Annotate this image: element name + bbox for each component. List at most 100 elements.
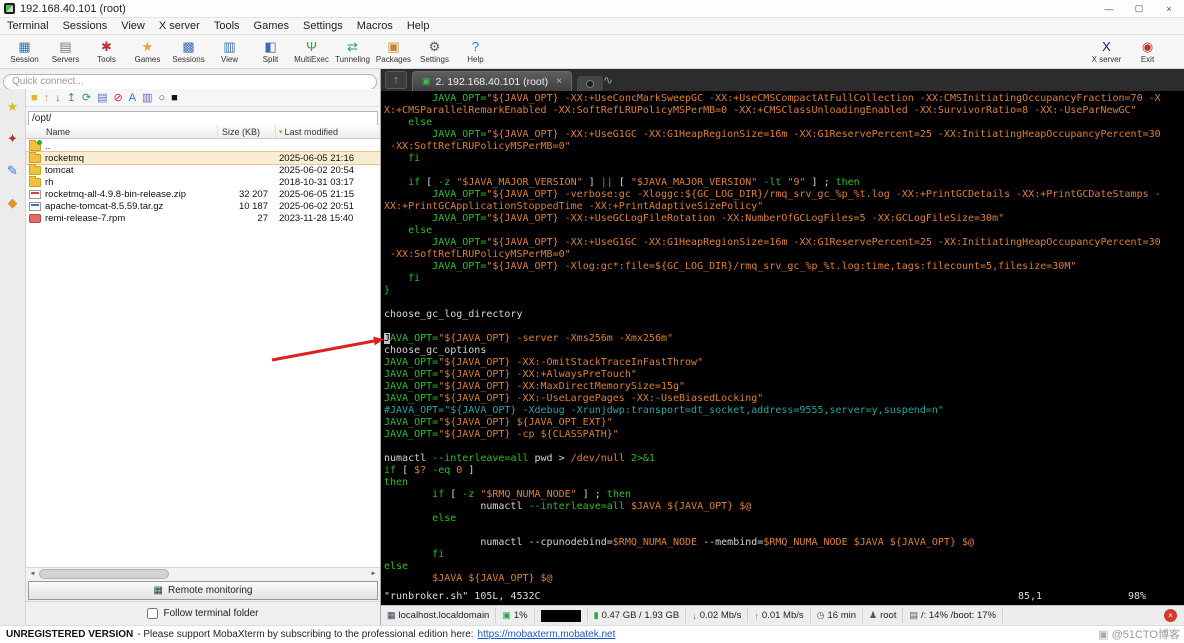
exit-icon: ◉ [1141,38,1154,54]
chart-icon[interactable]: ▥ [142,92,152,104]
menu-item-macros[interactable]: Macros [350,20,400,32]
file-row[interactable]: rocketmq-all-4.9.8-bin-release.zip 32 207… [26,188,380,200]
follow-terminal-checkbox[interactable] [147,608,159,619]
folder-icon [29,151,41,163]
toolbar-tools-button[interactable]: ✱ Tools [86,35,127,69]
parent-folder-icon [29,139,42,151]
statusbar-cpu-graph [535,608,588,623]
toolbar-games-button[interactable]: ★ Games [127,35,168,69]
sidebar-tab-macros[interactable]: ✎ [3,161,23,181]
toolbar-servers-button[interactable]: ▤ Servers [45,35,86,69]
toolbar-sessions-button[interactable]: ▩ Sessions [168,35,209,69]
horizontal-scrollbar[interactable]: ◄ ► [26,567,380,580]
toolbar-tunneling-button[interactable]: ⇄ Tunneling [332,35,373,69]
vim-cursor-position: 85,1 [1018,591,1043,602]
toolbar-exit-button[interactable]: ◉ Exit [1127,35,1168,69]
file-row[interactable]: rh 2018-10-31 03:17 [26,175,380,188]
new-tab-button[interactable] [577,76,604,91]
tools-icon: ✱ [101,38,112,54]
terminal-line: JAVA_OPT="${JAVA_OPT} -XX:+UseG1GC -XX:G… [432,237,1161,248]
column-name[interactable]: Name [26,125,218,138]
remote-monitoring-button[interactable]: ▦ Remote monitoring [28,581,378,600]
file-row[interactable]: rocketmq 2025-06-05 21:16 [26,151,380,165]
refresh-icon[interactable]: ⟳ [82,92,91,104]
find-icon[interactable]: ○ [158,92,165,104]
column-last-modified[interactable]: ▾ Last modified [276,125,380,138]
terminal-line: JAVA_OPT="${JAVA_OPT} -XX:+UseGCLogFileR… [432,213,1005,224]
toolbar-multiexec-button[interactable]: Ψ MultiExec [291,35,332,69]
sidebar-tab-sessions[interactable]: ★ [3,97,23,117]
remote-monitoring-label: Remote monitoring [167,585,253,596]
file-row[interactable]: tomcat 2025-06-02 20:54 [26,163,380,176]
close-button[interactable]: × [1154,0,1184,17]
encoding-icon[interactable]: A [129,92,136,104]
menu-item-view[interactable]: View [114,20,152,32]
toolbar-x-server-button[interactable]: XX server [1086,35,1127,69]
sidebar-tab-sftp[interactable]: ◆ [3,193,23,213]
scroll-right-button[interactable]: ► [367,568,380,580]
footer-link[interactable]: https://mobaxterm.mobatek.net [478,629,616,640]
terminal-tab-label: 2. 192.168.40.101 (root) [435,75,549,88]
terminal-line: -XX:SoftRefLRUPolicyMSPerMB=0" [384,249,571,260]
remote-status-bar: ▦ localhost.localdomain ▣ 1% ▮ 0.47 GB / 1.93… [381,605,1184,625]
maximize-button[interactable]: ▢ [1124,0,1154,17]
paperclip-icon[interactable]: ∿ [603,73,613,87]
file-row[interactable]: .. [26,139,380,152]
toolbar-session-button[interactable]: ▦ Session [4,35,45,69]
terminal-tabbar: ↑ ▣ 2. 192.168.40.101 (root) × ∿ [381,69,1184,91]
column-size[interactable]: Size (KB) [218,125,276,138]
toolbar-view-button[interactable]: ▥ View [209,35,250,69]
quick-connect-row [0,69,380,90]
minimize-button[interactable]: — [1094,0,1124,17]
menu-item-terminal[interactable]: Terminal [0,20,56,32]
menu-item-x-server[interactable]: X server [152,20,207,32]
new-file-icon[interactable]: ▤ [97,92,107,104]
terminal-line: numactl --interleave=all pwd > /dev/null… [384,453,655,464]
home-folder-icon[interactable]: ■ [31,92,38,104]
tab-nav-up-button[interactable]: ↑ [385,71,407,89]
terminal-line: else [384,561,409,572]
file-list: .. rocketmq 2025-06-05 21:16 tomcat 2025-06-… [26,139,380,567]
file-row[interactable]: remi-release-7.rpm 27 2023-11-28 15:40 [26,212,380,224]
scrollbar-thumb[interactable] [39,569,169,579]
quick-connect-input[interactable] [3,73,377,90]
terminal-line: XX:+PrintGCApplicationStoppedTime -XX:+P… [384,201,764,212]
packages-icon: ▣ [387,38,400,54]
terminal[interactable]: JAVA_OPT="${JAVA_OPT} -XX:+UseConcMarkSw… [381,91,1184,605]
vim-status-line: "runbroker.sh" 105L, 4532C 85,1 98% [384,591,1184,605]
menu-item-tools[interactable]: Tools [207,20,247,32]
terminal-icon[interactable]: ■ [171,92,178,104]
disk-icon: ▤ [909,610,918,620]
stop-icon[interactable]: ⊘ [114,92,123,104]
up-folder-icon[interactable]: ↑ [44,92,50,104]
menu-item-games[interactable]: Games [247,20,296,32]
tab-close-icon[interactable]: × [556,76,562,87]
terminal-line: then [384,477,409,488]
stop-monitoring-button[interactable]: × [1164,609,1177,622]
download-icon[interactable]: ↓ [55,92,61,104]
terminal-line: JAVA_OPT="${JAVA_OPT} -XX:+AlwaysPreTouc… [384,369,637,380]
menu-item-help[interactable]: Help [400,20,437,32]
path-input[interactable] [28,111,378,126]
statusbar-upload-speed: ↑ 0.01 Mb/s [748,608,811,623]
settings-icon: ⚙ [428,38,441,54]
upload-icon[interactable]: ↥ [67,92,76,104]
sort-indicator-icon: ▾ [279,128,283,136]
scroll-left-button[interactable]: ◄ [26,568,39,580]
toolbar-packages-button[interactable]: ▣ Packages [373,35,414,69]
zip-icon [29,189,41,199]
toolbar-split-button[interactable]: ◧ Split [250,35,291,69]
terminal-line: numactl --cpunodebind=$RMQ_NUMA_NODE --m… [384,537,975,548]
menu-item-settings[interactable]: Settings [296,20,350,32]
sidebar-tab-tools[interactable]: ✦ [3,129,23,149]
scrollbar-track[interactable] [39,568,367,580]
toolbar-help-button[interactable]: ? Help [455,35,496,69]
file-row[interactable]: apache-tomcat-8.5.59.tar.gz 10 187 2025-06… [26,200,380,212]
menu-item-sessions[interactable]: Sessions [56,20,115,32]
toolbar-settings-button[interactable]: ⚙ Settings [414,35,455,69]
terminal-tab-active[interactable]: ▣ 2. 192.168.40.101 (root) × [412,71,573,91]
path-row [26,107,380,126]
